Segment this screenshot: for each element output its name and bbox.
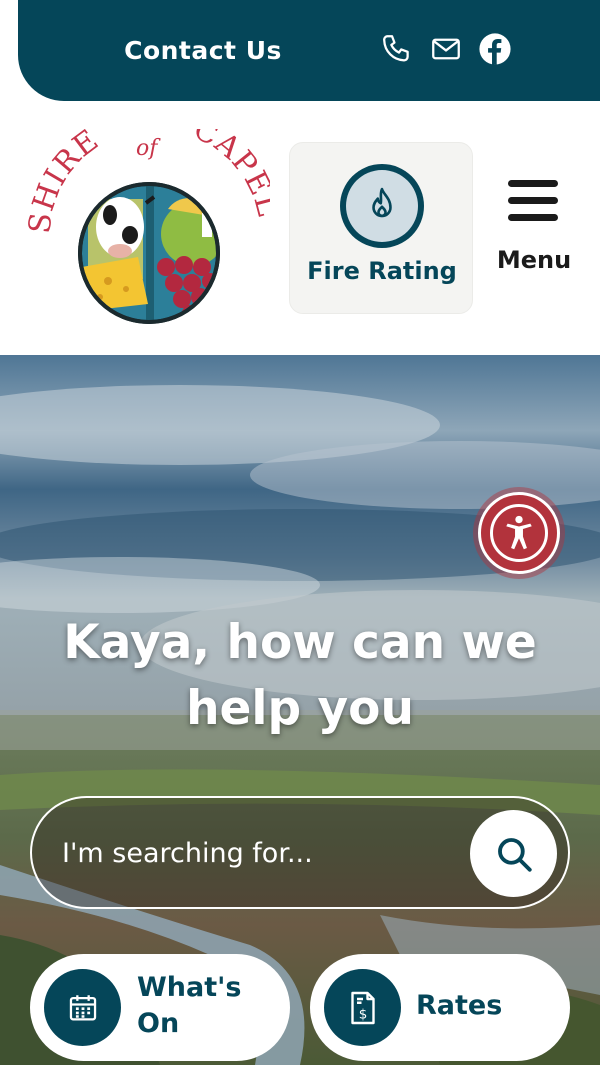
search-input[interactable] (62, 826, 462, 880)
search-icon (497, 837, 532, 872)
menu-button[interactable]: Menu (492, 174, 576, 282)
logo-text-of: of (136, 136, 161, 161)
site-header: SHIRE of CAPEL (0, 101, 600, 355)
accessibility-icon (490, 504, 548, 562)
fire-rating-label: Fire Rating (307, 257, 457, 285)
accessibility-button[interactable] (478, 492, 560, 574)
hero-title-line-1: Kaya, how can we (63, 615, 537, 670)
hero-title: Kaya, how can we help you (40, 610, 560, 742)
hero-section: Kaya, how can we help you What's On (0, 355, 600, 1065)
mail-icon[interactable] (429, 32, 463, 66)
search-bar (30, 796, 570, 909)
flame-icon (346, 170, 418, 242)
rates-button[interactable]: $ Rates (310, 954, 570, 1061)
whats-on-label: What's On (137, 970, 241, 1042)
phone-icon[interactable] (380, 32, 414, 66)
rates-label: Rates (416, 990, 503, 1021)
svg-text:$: $ (358, 1006, 367, 1022)
invoice-dollar-icon: $ (324, 969, 401, 1046)
menu-label: Menu (496, 246, 572, 274)
fire-rating-button[interactable]: Fire Rating (289, 142, 473, 314)
shire-of-capel-logo[interactable]: SHIRE of CAPEL (28, 129, 270, 324)
contact-us-link[interactable]: Contact Us (108, 32, 298, 68)
top-bar: Contact Us (18, 0, 600, 101)
whats-on-label-line-1: What's (137, 972, 242, 1003)
whats-on-label-line-2: On (137, 1008, 180, 1039)
hero-title-line-2: help you (186, 681, 414, 736)
calendar-icon (44, 969, 121, 1046)
whats-on-button[interactable]: What's On (30, 954, 290, 1061)
fire-rating-badge (340, 164, 424, 248)
search-button[interactable] (470, 810, 557, 897)
facebook-icon[interactable] (478, 32, 512, 66)
